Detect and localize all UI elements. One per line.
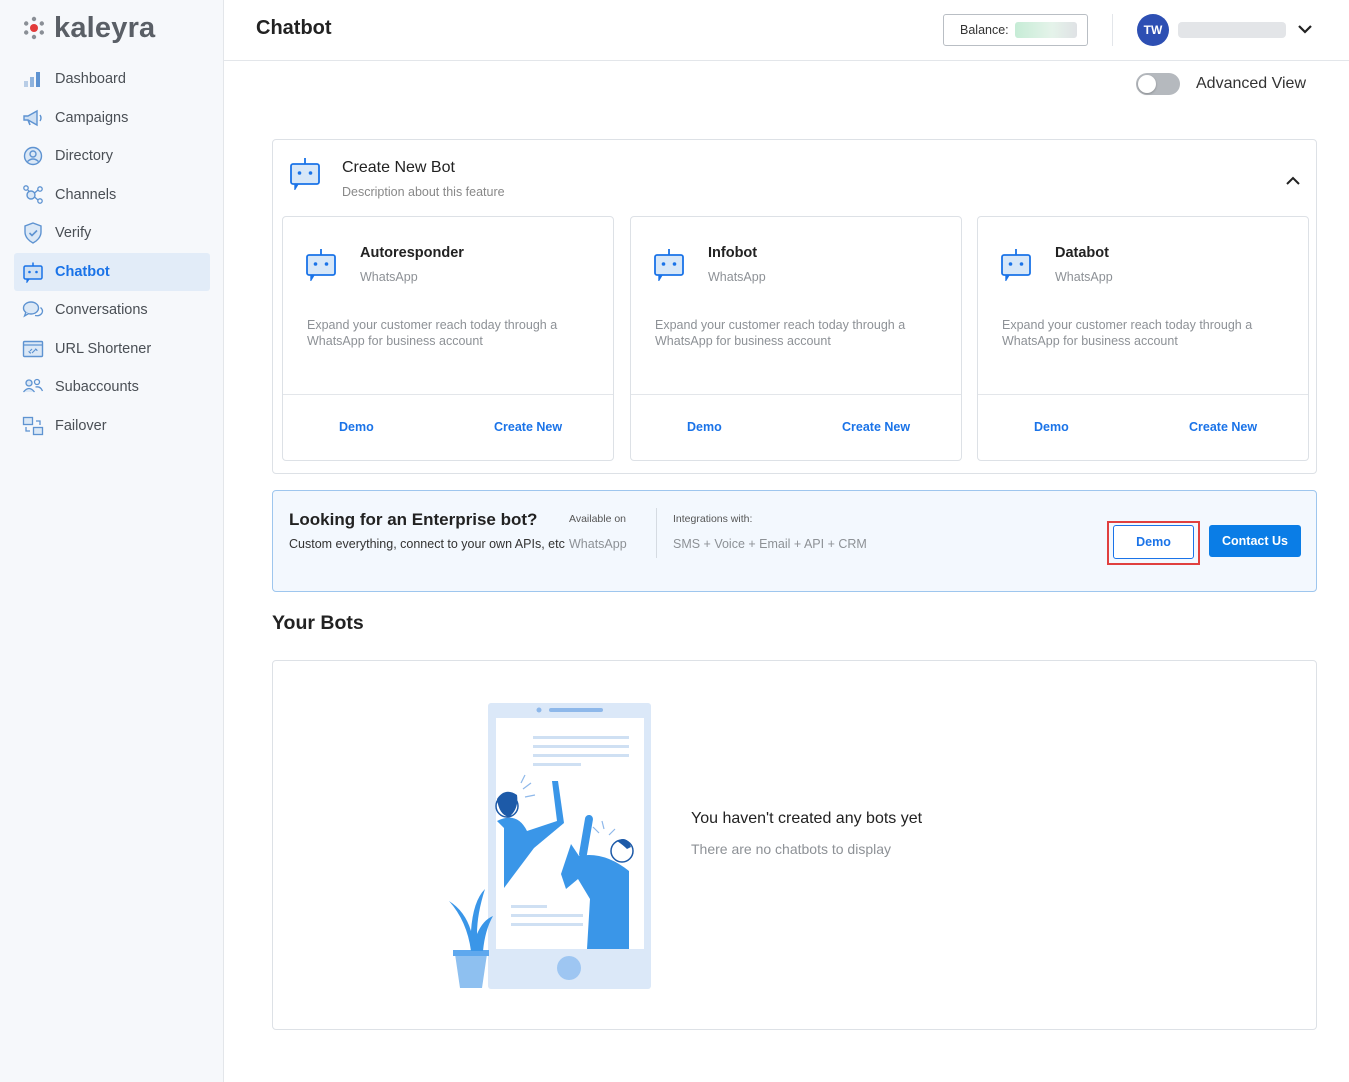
create-new-bot-panel: Create New Bot Description about this fe…: [272, 139, 1317, 474]
demo-link[interactable]: Demo: [687, 420, 722, 434]
create-new-link[interactable]: Create New: [494, 420, 562, 434]
enterprise-divider: [656, 508, 657, 558]
enterprise-title: Looking for an Enterprise bot?: [289, 510, 538, 529]
empty-state-subtitle: There are no chatbots to display: [691, 841, 892, 857]
robot-icon: [306, 249, 336, 281]
balance-box[interactable]: Balance:: [943, 14, 1088, 46]
avatar[interactable]: TW: [1137, 14, 1169, 46]
bot-card-divider: [283, 394, 613, 395]
sidebar-item-label: Subaccounts: [55, 379, 139, 396]
bar-chart-icon: [22, 68, 44, 90]
sidebar-item-label: Campaigns: [55, 109, 129, 126]
create-new-link[interactable]: Create New: [1189, 420, 1257, 434]
available-on-value: WhatsApp: [569, 537, 627, 551]
bot-card-description: Expand your customer reach today through…: [1002, 318, 1253, 348]
bot-card-divider: [631, 394, 961, 395]
enterprise-bot-panel: Looking for an Enterprise bot? Custom ev…: [272, 490, 1317, 592]
sidebar-item-failover[interactable]: Failover: [14, 407, 210, 446]
bot-card-channel: WhatsApp: [1055, 270, 1113, 284]
bot-card-description: Expand your customer reach today through…: [655, 318, 906, 348]
chevron-up-icon[interactable]: [1284, 172, 1302, 190]
bot-card-autoresponder: Autoresponder WhatsApp Expand your custo…: [282, 216, 614, 461]
contact-us-button[interactable]: Contact Us: [1209, 525, 1301, 557]
top-header: Chatbot Balance: TW: [224, 0, 1349, 61]
bot-card-databot: Databot WhatsApp Expand your customer re…: [977, 216, 1309, 461]
megaphone-icon: [22, 107, 44, 129]
sidebar-item-url-shortener[interactable]: URL Shortener: [14, 330, 210, 369]
bot-card-description: Expand your customer reach today through…: [307, 318, 558, 348]
user-name-redacted[interactable]: [1178, 22, 1286, 38]
create-panel-title: Create New Bot: [342, 159, 455, 176]
bot-card-divider: [978, 394, 1308, 395]
advanced-view-label: Advanced View: [1196, 75, 1306, 92]
integrations-value: SMS + Voice + Email + API + CRM: [673, 537, 867, 551]
bot-card-name: Infobot: [708, 245, 758, 261]
chevron-down-icon[interactable]: [1296, 20, 1314, 38]
sidebar-item-label: Verify: [55, 225, 92, 242]
empty-state-illustration: [449, 703, 651, 989]
enterprise-subtitle: Custom everything, connect to your own A…: [289, 537, 565, 551]
brand-logo[interactable]: kaleyra: [22, 12, 155, 44]
sidebar-item-label: Conversations: [55, 302, 148, 319]
sidebar-item-dashboard[interactable]: Dashboard: [14, 60, 210, 99]
app-root: kaleyra Dashboard Campaigns Directory Ch…: [0, 0, 1349, 1082]
robot-icon: [1001, 249, 1031, 281]
header-divider: [1112, 14, 1113, 46]
chat-bubbles-icon: [22, 299, 44, 321]
page-title: Chatbot: [256, 17, 332, 39]
bot-card-channel: WhatsApp: [708, 270, 766, 284]
robot-icon: [654, 249, 684, 281]
sidebar-item-campaigns[interactable]: Campaigns: [14, 99, 210, 138]
sidebar-item-conversations[interactable]: Conversations: [14, 291, 210, 330]
link-icon: [22, 338, 44, 360]
bot-card-infobot: Infobot WhatsApp Expand your customer re…: [630, 216, 962, 461]
advanced-view: Advanced View: [1136, 73, 1306, 95]
sidebar-item-directory[interactable]: Directory: [14, 137, 210, 176]
sidebar-item-label: Channels: [55, 186, 117, 203]
available-on-label: Available on: [569, 513, 627, 525]
balance-label: Balance:: [960, 23, 1009, 37]
sidebar-item-chatbot[interactable]: Chatbot: [14, 252, 210, 291]
your-bots-heading: Your Bots: [272, 612, 364, 634]
channels-icon: [22, 184, 44, 206]
balance-value-redacted: [1014, 22, 1077, 38]
robot-icon: [22, 261, 44, 283]
enterprise-demo-button[interactable]: Demo: [1113, 525, 1194, 559]
shield-check-icon: [22, 222, 44, 245]
sidebar-item-label: Dashboard: [55, 71, 126, 88]
advanced-view-toggle[interactable]: [1136, 73, 1180, 95]
users-icon: [22, 376, 44, 398]
sidebar-item-subaccounts[interactable]: Subaccounts: [14, 368, 210, 407]
integrations-label: Integrations with:: [673, 513, 753, 525]
kaleyra-logo-icon: [24, 16, 44, 40]
create-panel-description: Description about this feature: [342, 185, 505, 199]
bot-card-name: Autoresponder: [360, 245, 464, 261]
sidebar-item-label: Failover: [55, 417, 107, 434]
sidebar-item-verify[interactable]: Verify: [14, 214, 210, 253]
empty-state-title: You haven't created any bots yet: [691, 810, 923, 827]
bot-card-channel: WhatsApp: [360, 270, 418, 284]
sidebar-nav: Dashboard Campaigns Directory Channels V…: [14, 60, 210, 445]
robot-icon: [290, 158, 320, 190]
sidebar-item-label: Directory: [55, 148, 114, 165]
user-circle-icon: [22, 145, 44, 167]
sidebar: kaleyra Dashboard Campaigns Directory Ch…: [0, 0, 224, 1082]
brand-name: kaleyra: [54, 11, 156, 44]
demo-link[interactable]: Demo: [339, 420, 374, 434]
demo-link[interactable]: Demo: [1034, 420, 1069, 434]
toggle-knob: [1138, 75, 1156, 93]
sidebar-item-label: Chatbot: [55, 263, 110, 280]
sidebar-item-channels[interactable]: Channels: [14, 176, 210, 215]
your-bots-panel: You haven't created any bots yet There a…: [272, 660, 1317, 1030]
failover-icon: [22, 415, 44, 437]
sidebar-item-label: URL Shortener: [55, 340, 152, 357]
bot-card-name: Databot: [1055, 245, 1109, 261]
create-new-link[interactable]: Create New: [842, 420, 910, 434]
